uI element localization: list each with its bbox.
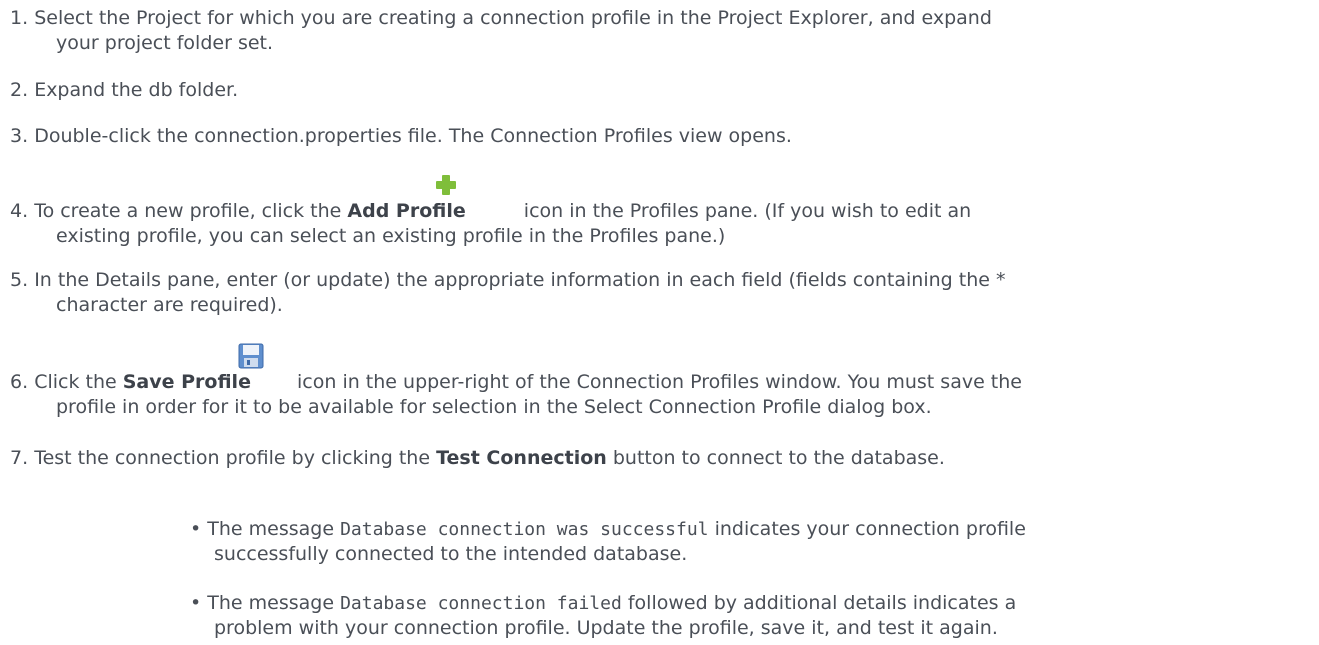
test-connection-label: Test Connection: [436, 447, 607, 469]
step-number: 4.: [10, 200, 29, 222]
save-profile-floppy-icon: [238, 343, 264, 369]
step-7: 7. Test the connection profile by clicki…: [10, 447, 945, 469]
step-text: Select the Project for which you are cre…: [34, 7, 992, 29]
save-profile-label: Save Profile: [122, 371, 251, 393]
step-number: 6.: [10, 371, 29, 393]
step-number: 3.: [10, 125, 29, 147]
bullet-success: • The message Database connection was su…: [190, 517, 1290, 567]
step-5: 5. In the Details pane, enter (or update…: [10, 268, 1300, 318]
step-text: Double-click the connection.properties f…: [34, 125, 792, 147]
bullet-text: problem with your connection profile. Up…: [214, 617, 998, 639]
failure-message-code: Database connection failed: [340, 593, 622, 614]
add-profile-label: Add Profile: [347, 200, 466, 222]
step-text: Expand the db folder.: [34, 79, 239, 101]
step-text: your project folder set.: [56, 32, 274, 54]
step-text: character are required).: [56, 294, 283, 316]
success-message-code: Database connection was successful: [340, 519, 709, 540]
step-number: 1.: [10, 7, 29, 29]
step-4: 4. To create a new profile, click the Ad…: [10, 173, 1300, 249]
bullet-text: successfully connected to the intended d…: [214, 543, 688, 565]
step-6: 6. Click the Save Profile icon in the up…: [10, 343, 1300, 420]
step-2: 2. Expand the db folder.: [10, 78, 1300, 103]
step-3: 3. Double-click the connection.propertie…: [10, 124, 1300, 149]
step-1: 1. Select the Project for which you are …: [10, 6, 1300, 56]
step-number: 2.: [10, 79, 29, 101]
step-text: profile in order for it to be available …: [56, 396, 932, 418]
step-text: In the Details pane, enter (or update) t…: [34, 269, 1006, 291]
step-number: 5.: [10, 269, 29, 291]
step-text: existing profile, you can select an exis…: [56, 225, 726, 247]
add-profile-plus-icon: [434, 173, 458, 197]
step-number: 7.: [10, 447, 29, 469]
bullet-failure: • The message Database connection failed…: [190, 591, 1290, 641]
